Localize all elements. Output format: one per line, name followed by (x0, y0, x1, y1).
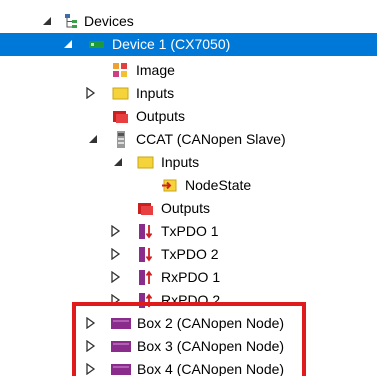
tree-node-txpdo-1[interactable]: TxPDO 1 (0, 220, 377, 243)
tree-node-label: RxPDO 2 (161, 292, 221, 308)
tree-node-label: Box 3 (CANopen Node) (137, 338, 285, 354)
tree-node-devices[interactable]: Devices (0, 10, 377, 33)
tree-node-ccat-outputs[interactable]: Outputs (0, 197, 377, 220)
tree-node-label: RxPDO 1 (161, 269, 221, 285)
tree-node-rxpdo-1[interactable]: RxPDO 1 (0, 266, 377, 289)
tree-node-label: Box 2 (CANopen Node) (137, 315, 285, 331)
ccat-terminal-icon (117, 131, 125, 148)
collapsed-triangle-icon[interactable] (110, 248, 122, 260)
tree-node-inputs[interactable]: Inputs (0, 82, 377, 105)
tree-node-label: TxPDO 1 (161, 223, 219, 239)
tree-node-label: Devices (84, 13, 134, 29)
tree-node-label: Outputs (161, 200, 211, 216)
collapsed-triangle-icon[interactable] (85, 87, 97, 99)
tree-node-ccat[interactable]: CCAT (CANopen Slave) (0, 128, 377, 151)
tree-node-box-4[interactable]: Box 4 (CANopen Node) (0, 358, 377, 376)
tree-node-label: Inputs (136, 85, 175, 101)
outputs-icon (138, 203, 153, 215)
devices-tree-icon (65, 14, 77, 28)
tree-node-label: CCAT (CANopen Slave) (136, 131, 286, 147)
inputs-folder-icon (137, 156, 154, 169)
tree-node-label: Image (136, 62, 175, 78)
tree-node-label: NodeState (185, 177, 252, 193)
outputs-icon (113, 111, 128, 123)
tree-node-label: TxPDO 2 (161, 246, 219, 262)
tree-node-outputs[interactable]: Outputs (0, 105, 377, 128)
collapsed-triangle-icon[interactable] (85, 317, 97, 329)
expanded-triangle-icon[interactable] (42, 15, 54, 27)
rxpdo-icon (139, 270, 153, 285)
collapsed-triangle-icon[interactable] (85, 340, 97, 352)
tree-node-device-1[interactable]: Device 1 (CX7050) (0, 33, 377, 56)
collapsed-triangle-icon[interactable] (110, 225, 122, 237)
tree-node-box-2[interactable]: Box 2 (CANopen Node) (0, 312, 377, 335)
tree-node-label: Device 1 (CX7050) (112, 36, 231, 52)
tree-node-nodestate[interactable]: NodeState (0, 174, 377, 197)
tree-node-label: Outputs (136, 108, 186, 124)
image-icon (113, 63, 127, 77)
txpdo-icon (139, 247, 153, 262)
tree-node-label: Box 4 (CANopen Node) (137, 361, 285, 376)
canopen-box-icon (111, 318, 131, 329)
collapsed-triangle-icon[interactable] (110, 294, 122, 306)
canopen-box-icon (111, 364, 131, 375)
device-tree: Devices Device 1 (CX7050) Image Inputs O… (0, 0, 377, 376)
rxpdo-icon (139, 293, 153, 308)
canopen-box-icon (111, 341, 131, 352)
txpdo-icon (139, 224, 153, 239)
tree-node-txpdo-2[interactable]: TxPDO 2 (0, 243, 377, 266)
tree-node-ccat-inputs[interactable]: Inputs (0, 151, 377, 174)
tree-node-rxpdo-2[interactable]: RxPDO 2 (0, 289, 377, 312)
collapsed-triangle-icon[interactable] (85, 363, 97, 375)
device-icon (89, 41, 104, 48)
tree-node-box-3[interactable]: Box 3 (CANopen Node) (0, 335, 377, 358)
expanded-triangle-icon[interactable] (88, 133, 100, 145)
inputs-folder-icon (112, 87, 129, 100)
expanded-triangle-icon[interactable] (63, 38, 75, 50)
input-variable-icon (162, 179, 177, 192)
collapsed-triangle-icon[interactable] (110, 271, 122, 283)
tree-node-image[interactable]: Image (0, 59, 377, 82)
expanded-triangle-icon[interactable] (113, 156, 125, 168)
tree-node-label: Inputs (161, 154, 200, 170)
